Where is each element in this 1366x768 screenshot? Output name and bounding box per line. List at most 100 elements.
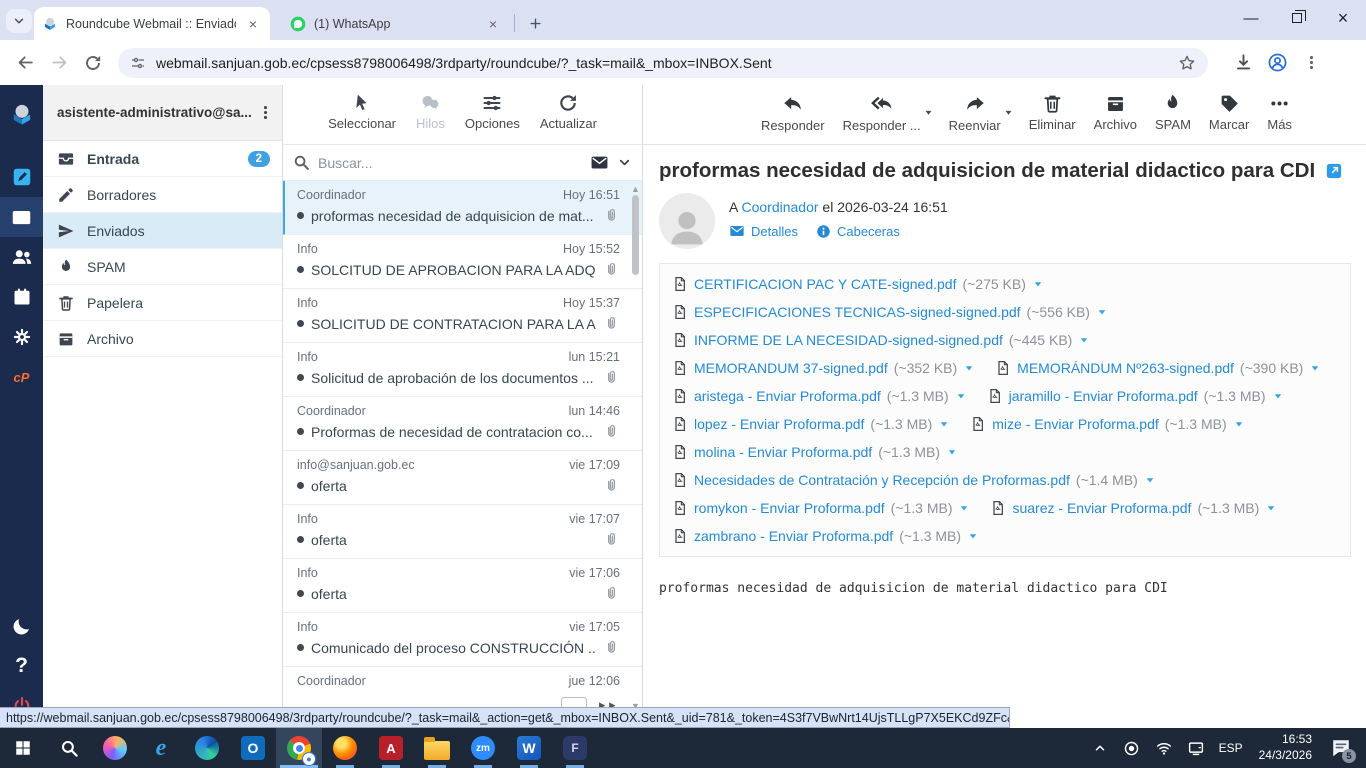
dropdown-caret-icon[interactable] — [923, 107, 934, 118]
attachment-link[interactable]: lopez - Enviar Proforma.pdf (~1.3 MB) — [672, 416, 950, 432]
wifi-icon[interactable] — [1151, 728, 1177, 768]
language-indicator[interactable]: ESP — [1215, 741, 1247, 755]
headers-link[interactable]: Cabeceras — [816, 224, 900, 239]
close-button[interactable]: × — [1320, 0, 1366, 36]
spam-button[interactable]: SPAM — [1155, 93, 1191, 132]
message-row[interactable]: Info lun 15:21 Solicitud de aprobación de… — [283, 343, 642, 397]
tray-record-icon[interactable] — [1119, 728, 1145, 768]
folder-inbox[interactable]: Entrada 2 — [43, 141, 282, 177]
account-menu-kebab-icon[interactable] — [257, 104, 274, 121]
message-row[interactable]: info@sanjuan.gob.ec vie 17:09 oferta — [283, 451, 642, 505]
word-icon[interactable]: W — [506, 728, 552, 768]
refresh-button[interactable]: Actualizar — [540, 93, 597, 131]
browser-menu-icon[interactable] — [1294, 46, 1328, 80]
dropdown-caret-icon[interactable] — [1003, 107, 1014, 118]
message-row[interactable]: Info vie 17:05 Comunicado del proceso CON… — [283, 613, 642, 667]
acrobat-icon[interactable]: A — [368, 728, 414, 768]
attachment-menu-caret-icon[interactable] — [1032, 278, 1044, 290]
restore-button[interactable] — [1274, 0, 1320, 36]
mail-icon[interactable] — [0, 197, 43, 237]
folder-sent[interactable]: Enviados — [43, 213, 282, 249]
folder-archive[interactable]: Archivo — [43, 321, 282, 357]
outlook-icon[interactable]: O — [230, 728, 276, 768]
tab-search-button[interactable] — [6, 9, 32, 33]
search-input[interactable] — [318, 154, 582, 171]
more-button[interactable]: Más — [1267, 93, 1292, 132]
mark-button[interactable]: Marcar — [1209, 93, 1249, 132]
search-scope-envelope-icon[interactable] — [590, 153, 609, 172]
scroll-up-icon[interactable]: ▲ — [631, 185, 640, 194]
chrome-icon[interactable]: ● — [276, 728, 322, 768]
attachment-menu-caret-icon[interactable] — [1265, 502, 1277, 514]
settings-gear-icon[interactable] — [0, 317, 43, 357]
archive-button[interactable]: Archivo — [1094, 93, 1137, 132]
pinned-app-icon[interactable]: F — [552, 728, 598, 768]
compose-icon[interactable] — [0, 157, 43, 197]
attachment-link[interactable]: ESPECIFICACIONES TECNICAS-signed-signed.… — [672, 304, 1108, 320]
site-settings-icon[interactable] — [130, 55, 146, 71]
attachment-link[interactable]: suarez - Enviar Proforma.pdf (~1.3 MB) — [990, 500, 1277, 516]
attachment-link[interactable]: CERTIFICACION PAC Y CATE-signed.pdf (~275… — [672, 276, 1044, 292]
tray-chevron-up-icon[interactable] — [1087, 728, 1113, 768]
attachment-menu-caret-icon[interactable] — [1144, 474, 1156, 486]
attachment-link[interactable]: zambrano - Enviar Proforma.pdf (~1.3 MB) — [672, 528, 979, 544]
tab-roundcube[interactable]: Roundcube Webmail :: Enviados × — [34, 7, 270, 40]
attachment-menu-caret-icon[interactable] — [946, 446, 958, 458]
attachment-link[interactable]: INFORME DE LA NECESIDAD-signed-signed.pd… — [672, 332, 1090, 348]
tab-close-icon[interactable]: × — [484, 15, 502, 33]
bookmark-star-icon[interactable] — [1178, 54, 1196, 72]
recipient-link[interactable]: Coordinador — [741, 199, 818, 215]
message-row[interactable]: Coordinador Hoy 16:51 proformas necesidad… — [283, 181, 642, 235]
calendar-icon[interactable] — [0, 277, 43, 317]
new-tab-button[interactable] — [522, 10, 548, 36]
attachment-link[interactable]: MEMORÁNDUM Nº263-signed.pdf (~390 KB) — [995, 360, 1321, 376]
taskbar-search-icon[interactable] — [46, 728, 92, 768]
dark-mode-moon-icon[interactable] — [0, 606, 43, 646]
address-bar[interactable]: webmail.sanjuan.gob.ec/cpsess8798006498/… — [118, 47, 1208, 78]
reply-button[interactable]: Responder — [761, 93, 825, 133]
tab-close-icon[interactable]: × — [244, 15, 262, 33]
attachment-link[interactable]: jaramillo - Enviar Proforma.pdf (~1.3 MB) — [987, 388, 1284, 404]
roundcube-logo[interactable] — [0, 95, 43, 135]
internet-explorer-icon[interactable]: e — [138, 728, 184, 768]
attachment-menu-caret-icon[interactable] — [1096, 306, 1108, 318]
attachment-link[interactable]: romykon - Enviar Proforma.pdf (~1.3 MB) — [672, 500, 970, 516]
attachment-link[interactable]: molina - Enviar Proforma.pdf (~1.3 MB) — [672, 444, 958, 460]
search-options-chevron-icon[interactable] — [617, 155, 632, 170]
folder-trash[interactable]: Papelera — [43, 285, 282, 321]
firefox-icon[interactable] — [322, 728, 368, 768]
attachment-menu-caret-icon[interactable] — [1233, 418, 1245, 430]
profile-icon[interactable] — [1260, 46, 1294, 80]
message-row[interactable]: Info vie 17:06 oferta — [283, 559, 642, 613]
cpanel-icon[interactable]: cP — [0, 357, 43, 397]
edge-icon[interactable] — [184, 728, 230, 768]
open-in-new-window-icon[interactable] — [1325, 162, 1343, 180]
cast-display-icon[interactable] — [1183, 728, 1209, 768]
attachment-menu-caret-icon[interactable] — [955, 390, 967, 402]
attachment-link[interactable]: Necesidades de Contratación y Recepción … — [672, 472, 1156, 488]
forward-button[interactable]: Reenviar — [949, 93, 1001, 133]
scrollbar-thumb[interactable] — [632, 195, 639, 275]
copilot-icon[interactable] — [92, 728, 138, 768]
file-explorer-icon[interactable] — [414, 728, 460, 768]
attachment-menu-caret-icon[interactable] — [1272, 390, 1284, 402]
reply-all-button[interactable]: Responder ... — [843, 93, 921, 133]
help-icon[interactable]: ? — [0, 646, 43, 686]
reload-button[interactable] — [76, 46, 110, 80]
notifications-icon[interactable]: 5 — [1324, 728, 1358, 768]
folder-drafts[interactable]: Borradores — [43, 177, 282, 213]
attachment-menu-caret-icon[interactable] — [967, 530, 979, 542]
attachment-menu-caret-icon[interactable] — [1309, 362, 1321, 374]
attachment-link[interactable]: mize - Enviar Proforma.pdf (~1.3 MB) — [970, 416, 1244, 432]
select-button[interactable]: Seleccionar — [328, 93, 396, 131]
attachment-link[interactable]: MEMORANDUM 37-signed.pdf (~352 KB) — [672, 360, 975, 376]
url-text[interactable]: webmail.sanjuan.gob.ec/cpsess8798006498/… — [156, 55, 1168, 71]
downloads-icon[interactable] — [1226, 46, 1260, 80]
message-row[interactable]: Info Hoy 15:37 SOLICITUD DE CONTRATACION … — [283, 289, 642, 343]
delete-button[interactable]: Eliminar — [1029, 93, 1076, 132]
folder-spam[interactable]: SPAM — [43, 249, 282, 285]
list-scrollbar[interactable]: ▲ ▼ — [631, 185, 640, 725]
message-row[interactable]: Info Hoy 15:52 SOLCITUD DE APROBACION PAR… — [283, 235, 642, 289]
message-row[interactable]: Info vie 17:07 oferta — [283, 505, 642, 559]
message-row[interactable]: Coordinador lun 14:46 Proformas de necesi… — [283, 397, 642, 451]
